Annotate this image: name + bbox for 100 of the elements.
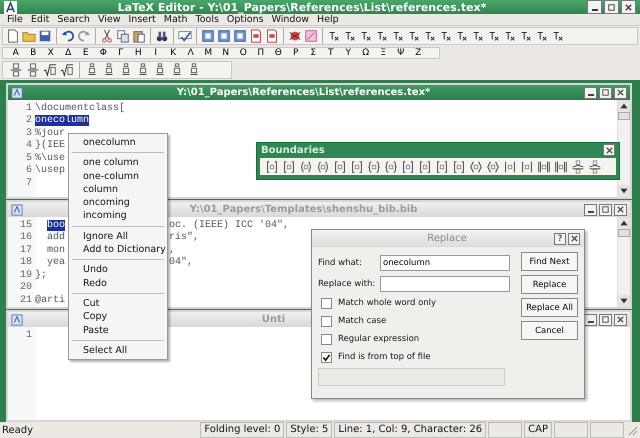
greek-letter-button[interactable]: Ν: [217, 48, 234, 58]
menu-item[interactable]: Undo: [69, 263, 167, 277]
square-bracket-icon[interactable]: [400, 160, 416, 174]
bar-icon[interactable]: [502, 160, 518, 174]
angle-bracket-icon[interactable]: [485, 160, 501, 174]
binoculars-icon[interactable]: [155, 29, 169, 43]
dialog-button[interactable]: Cancel: [521, 321, 578, 340]
double-bar-icon[interactable]: [553, 160, 569, 174]
math-symbol-icon[interactable]: [455, 29, 469, 43]
close-button[interactable]: [621, 0, 636, 14]
greek-letter-button[interactable]: Ρ: [287, 48, 304, 58]
close-button[interactable]: [614, 86, 627, 98]
greek-letter-button[interactable]: Μ: [200, 48, 217, 58]
menu-item[interactable]: File: [3, 14, 27, 25]
menu-item[interactable]: Select All: [69, 344, 167, 358]
minimize-button[interactable]: [584, 86, 597, 98]
resize-grip-icon[interactable]: [626, 424, 638, 436]
scroll-thumb[interactable]: [618, 112, 630, 120]
square-bracket-icon[interactable]: [349, 160, 365, 174]
paste-icon[interactable]: [132, 29, 146, 43]
menu-item[interactable]: Ignore All: [69, 230, 167, 244]
double-bar-icon[interactable]: [536, 160, 552, 174]
input-field[interactable]: [380, 276, 510, 292]
checkbox[interactable]: [321, 298, 332, 308]
greek-letter-button[interactable]: Τ: [322, 48, 340, 58]
square-bracket-icon[interactable]: [417, 160, 433, 174]
close-button[interactable]: [614, 314, 628, 326]
menu-item[interactable]: column: [69, 182, 167, 196]
dialog-button[interactable]: Replace All: [521, 298, 578, 317]
help-button[interactable]: ?: [554, 232, 566, 244]
square-bracket-icon[interactable]: [264, 160, 280, 174]
greek-letter-button[interactable]: Γ: [112, 48, 130, 58]
menu-item[interactable]: Edit: [26, 14, 54, 25]
greek-letter-button[interactable]: Β: [24, 48, 42, 58]
document-icon[interactable]: [265, 29, 279, 43]
maximize-button[interactable]: [599, 314, 612, 326]
greek-letter-button[interactable]: Κ: [164, 48, 182, 58]
greek-letter-button[interactable]: Δ: [60, 48, 77, 58]
fraction-icon[interactable]: [26, 63, 40, 77]
bug-icon[interactable]: [288, 29, 302, 43]
menu-item[interactable]: Copy: [69, 310, 167, 324]
stack-icon[interactable]: [570, 160, 586, 174]
menu-item[interactable]: Tools: [192, 14, 223, 25]
menu-item[interactable]: onecolumn: [69, 136, 167, 150]
angle-bracket-icon[interactable]: [468, 160, 484, 174]
close-button[interactable]: [603, 144, 615, 156]
greek-letter-button[interactable]: Χ: [42, 48, 60, 58]
minimize-button[interactable]: [584, 204, 597, 216]
menu-item[interactable]: Cut: [69, 296, 167, 310]
math-symbol-icon[interactable]: [375, 29, 389, 43]
square-bracket-icon[interactable]: [451, 160, 467, 174]
dialog-button[interactable]: Find Next: [521, 252, 578, 271]
checkbox[interactable]: [321, 352, 332, 362]
minimize-button[interactable]: [587, 0, 602, 14]
math-symbol-icon[interactable]: [503, 29, 517, 43]
greek-letter-button[interactable]: Ι: [147, 48, 164, 58]
framed-square-icon[interactable]: [201, 29, 215, 43]
menu-item[interactable]: Window: [268, 14, 314, 25]
square-bracket-icon[interactable]: [434, 160, 450, 174]
bar-icon[interactable]: [519, 160, 535, 174]
root-icon[interactable]: [43, 63, 57, 77]
math-symbol-icon[interactable]: [519, 29, 533, 43]
menu-item[interactable]: Math: [160, 14, 192, 25]
vertical-scrollbar[interactable]: [617, 100, 630, 197]
maximize-button[interactable]: [599, 86, 612, 98]
math-symbol-icon[interactable]: [343, 29, 357, 43]
framed-square-icon[interactable]: [233, 29, 247, 43]
copy-icon[interactable]: [116, 29, 130, 43]
greek-letter-button[interactable]: Φ: [94, 48, 112, 58]
scroll-thumb[interactable]: [618, 229, 630, 237]
curly-bracket-icon[interactable]: [366, 160, 382, 174]
math-symbol-icon[interactable]: [487, 29, 501, 43]
cut-icon[interactable]: [100, 29, 114, 43]
open-folder-icon[interactable]: [22, 29, 36, 43]
greek-letter-button[interactable]: Ψ: [392, 48, 410, 58]
menu-item[interactable]: Options: [222, 14, 268, 25]
greek-letter-button[interactable]: Ξ: [374, 48, 392, 58]
checkbox[interactable]: [321, 334, 332, 344]
root-icon[interactable]: [60, 63, 74, 77]
menu-item[interactable]: Insert: [124, 14, 160, 25]
minimize-button[interactable]: [584, 314, 598, 326]
slashed-square-icon[interactable]: [304, 29, 318, 43]
greek-letter-button[interactable]: Ε: [77, 48, 94, 58]
greek-letter-button[interactable]: Θ: [270, 48, 287, 58]
math-symbol-icon[interactable]: [391, 29, 405, 43]
round-bracket-icon[interactable]: [315, 160, 331, 174]
math-symbol-icon[interactable]: [535, 29, 549, 43]
greek-letter-button[interactable]: Σ: [304, 48, 322, 58]
stack-icon[interactable]: [587, 160, 603, 174]
greek-letter-button[interactable]: Π: [252, 48, 270, 58]
math-symbol-icon[interactable]: [407, 29, 421, 43]
checkbox[interactable]: [321, 316, 332, 326]
greek-letter-button[interactable]: Α: [7, 48, 24, 58]
document-icon[interactable]: [249, 29, 263, 43]
math-symbol-icon[interactable]: [359, 29, 373, 43]
new-file-icon[interactable]: [6, 29, 20, 43]
greek-letter-button[interactable]: Ζ: [410, 48, 427, 58]
square-bracket-icon[interactable]: [332, 160, 348, 174]
round-bracket-icon[interactable]: [298, 160, 314, 174]
close-button[interactable]: [614, 204, 627, 216]
